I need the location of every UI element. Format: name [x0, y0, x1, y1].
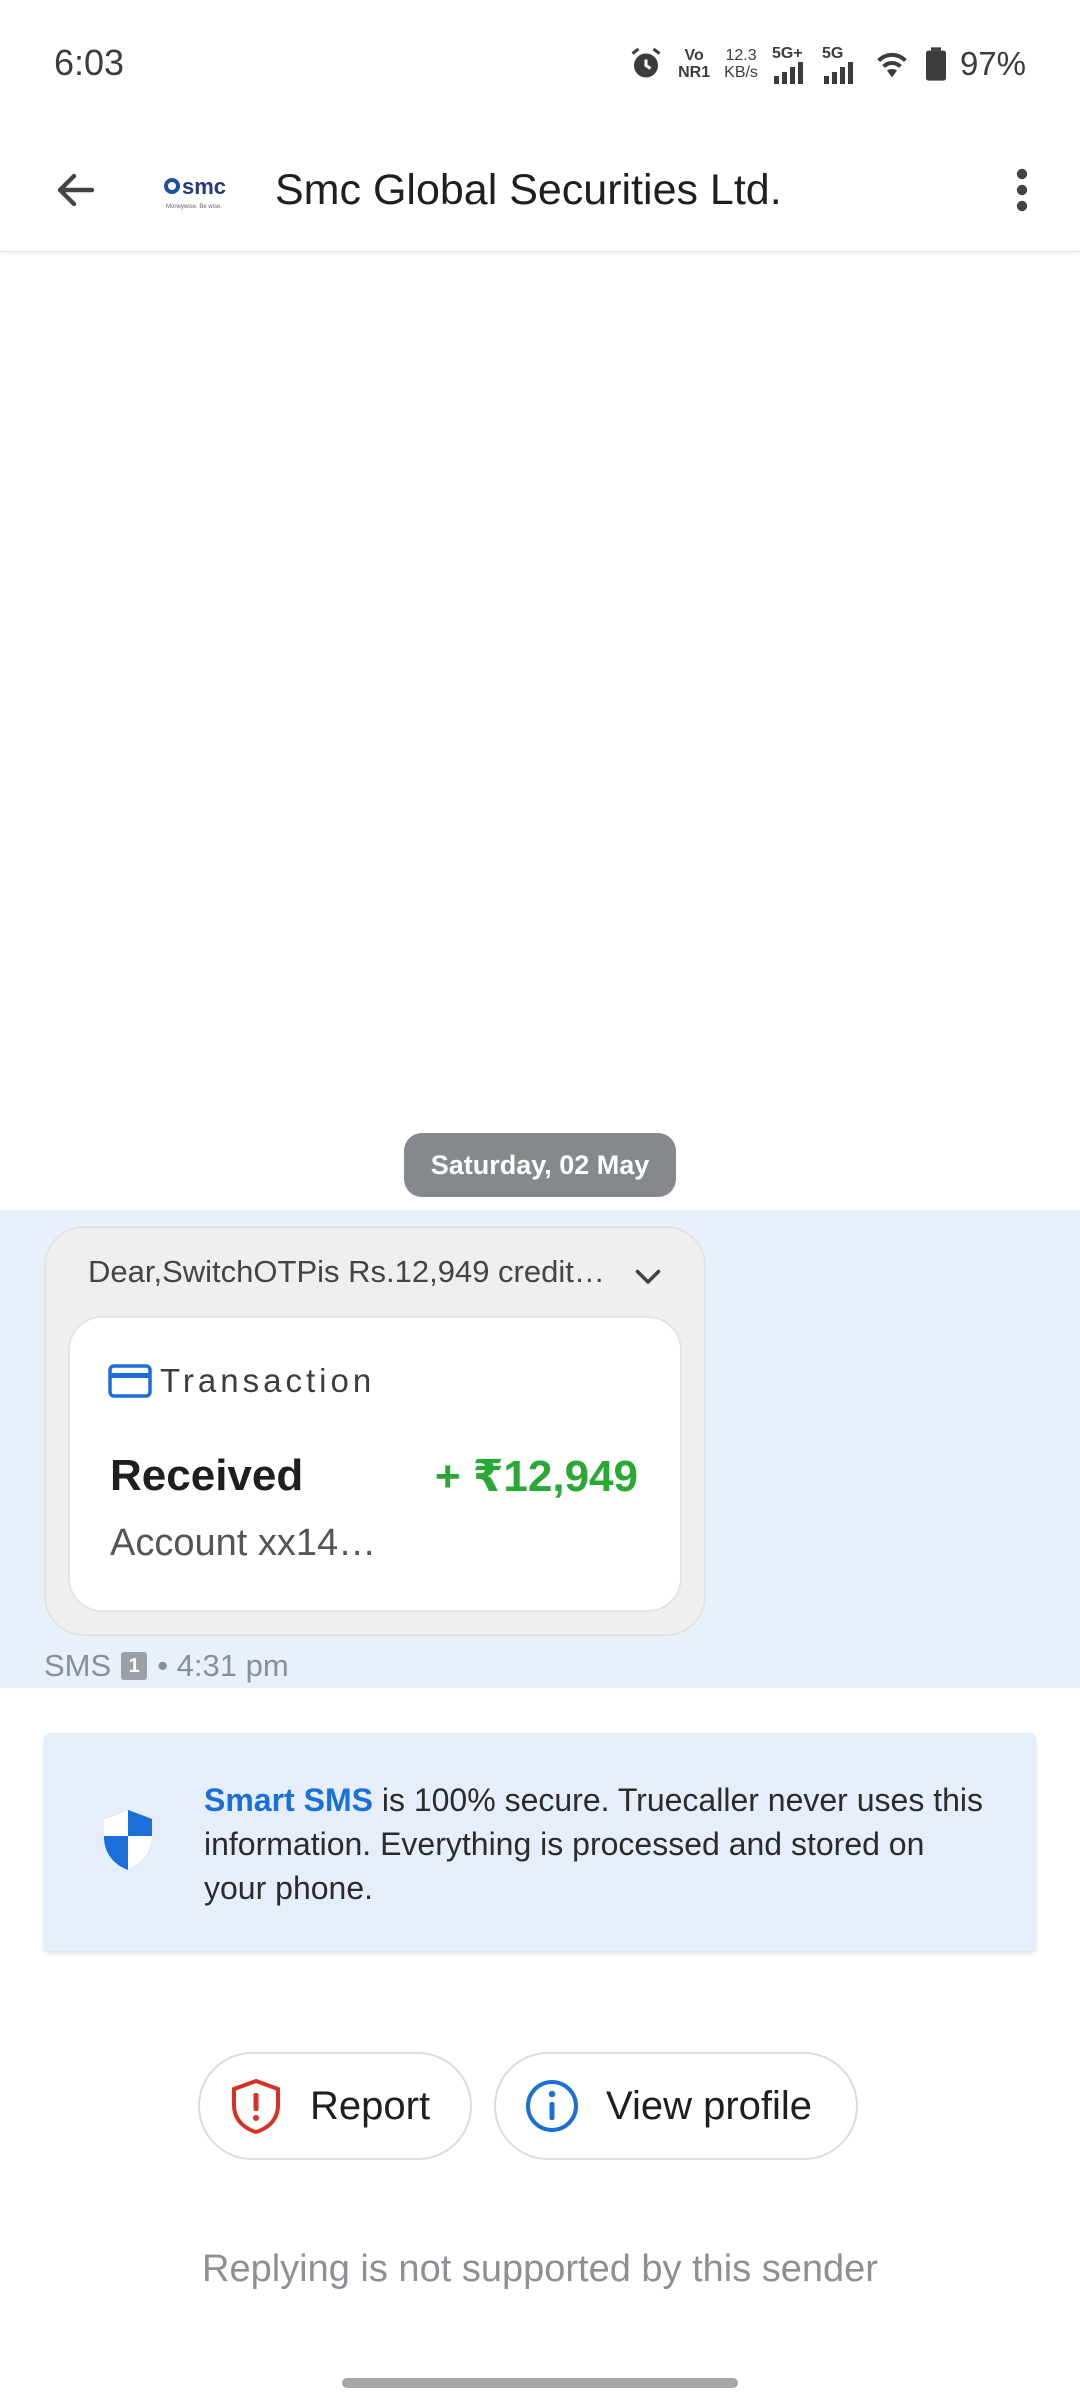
status-bar: 6:03 Vo NR1 12.3 KB/s 5G+ 5G 97% [0, 0, 1080, 128]
volte-indicator: Vo NR1 [678, 47, 711, 81]
sim1-signal-icon: 5G+ [772, 45, 808, 84]
credit-card-icon [108, 1364, 152, 1398]
alarm-icon [631, 47, 661, 78]
smart-sms-text: Smart SMS is 100% secure. Truecaller nev… [204, 1782, 983, 1906]
view-profile-button[interactable]: View profile [494, 2052, 858, 2160]
sender-logo: smc Moneywise. Be wise. [164, 174, 226, 210]
svg-text:smc: smc [182, 174, 226, 199]
message-meta: SMS 1 • 4:31 pm [44, 1648, 289, 1684]
transaction-amount: + ₹12,949 [434, 1452, 638, 1501]
home-indicator[interactable] [342, 2378, 738, 2388]
message-type: SMS [44, 1648, 112, 1683]
sim-card-icon: 1 [121, 1652, 148, 1680]
shield-icon [104, 1810, 152, 1870]
status-time: 6:03 [54, 42, 125, 83]
report-label: Report [310, 2083, 431, 2128]
more-vert-icon [1016, 168, 1028, 212]
smart-sms-brand[interactable]: Smart SMS [204, 1782, 373, 1818]
app-bar: smc Moneywise. Be wise. Smc Global Secur… [0, 128, 1080, 252]
transaction-status: Received [110, 1451, 304, 1500]
more-options-button[interactable] [986, 154, 1058, 226]
page-title: Smc Global Securities Ltd. [275, 166, 782, 214]
back-button[interactable] [40, 154, 112, 226]
chevron-down-icon[interactable] [630, 1258, 666, 1294]
info-icon [526, 2080, 578, 2132]
network-speed: 12.3 KB/s [724, 47, 758, 81]
view-profile-label: View profile [606, 2083, 813, 2128]
battery-icon [925, 47, 946, 81]
status-icons: Vo NR1 12.3 KB/s 5G+ 5G 97% [628, 40, 1026, 88]
battery-percent: 97% [959, 45, 1026, 82]
report-button[interactable]: Report [198, 2052, 472, 2160]
reply-not-supported-note: Replying is not supported by this sender [202, 2248, 878, 2290]
transaction-account: Account xx14… [110, 1522, 377, 1564]
message-time: • 4:31 pm [157, 1648, 289, 1683]
report-shield-icon [232, 2078, 280, 2134]
svg-text:Moneywise. Be wise.: Moneywise. Be wise. [166, 204, 222, 210]
message-preview[interactable]: Dear,SwitchOTPis Rs.12,949 credit… [88, 1254, 628, 1290]
wifi-icon [877, 52, 907, 78]
transaction-label: Transaction [108, 1362, 375, 1400]
date-chip: Saturday, 02 May [404, 1133, 676, 1197]
arrow-back-icon [57, 173, 95, 207]
sim2-signal-icon: 5G [822, 45, 858, 84]
